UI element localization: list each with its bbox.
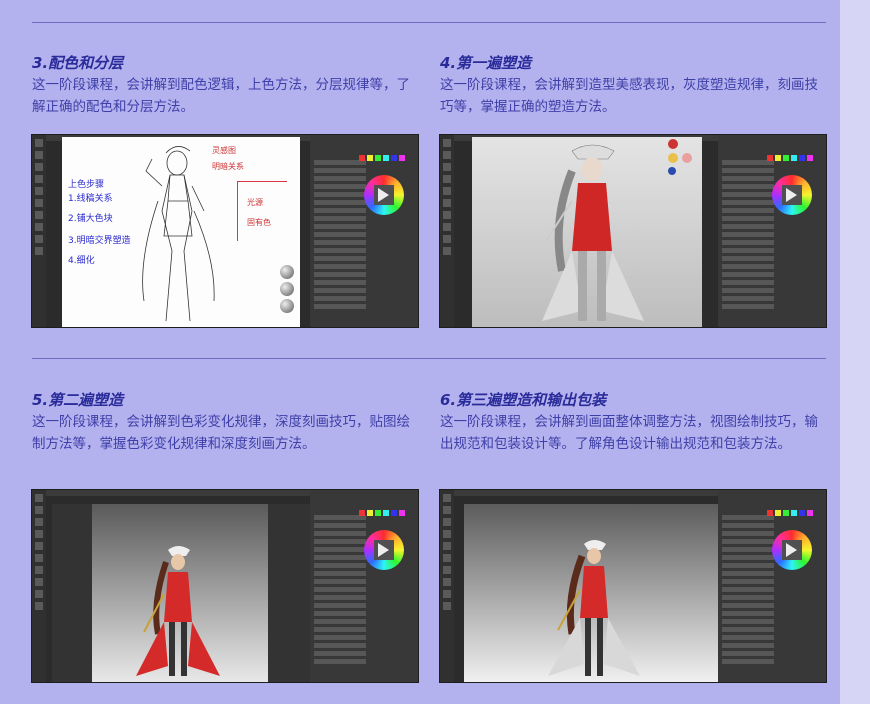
character-red-coat: [548, 540, 640, 676]
color-swatches: [358, 147, 408, 166]
section-3-title: 3.配色和分层: [32, 54, 124, 72]
color-swatches: [766, 147, 816, 166]
sphere-study-3: [280, 299, 294, 313]
ps-right-panel: [718, 490, 826, 682]
color-swatches: [766, 502, 816, 521]
sketch-arrow: [237, 181, 287, 182]
section-3-screenshot: 上色步骤 1.线稿关系 2.铺大色块 3.明暗交界塑造 4.细化 灵感图 明暗关…: [31, 134, 419, 328]
section-5-title: 5.第二遍塑造: [32, 391, 124, 409]
sphere-study-2: [280, 282, 294, 296]
sketch-note-1: 上色步骤: [68, 180, 105, 190]
color-wheel-icon: [772, 175, 812, 215]
ps-toolbar: [440, 135, 454, 327]
divider-middle: [32, 358, 826, 359]
section-3-desc: 这一阶段课程，会讲解到配色逻辑，上色方法，分层规律等，了解正确的配色和分层方法。: [32, 77, 410, 115]
sketch-canvas: 上色步骤 1.线稿关系 2.铺大色块 3.明暗交界塑造 4.细化 灵感图 明暗关…: [62, 137, 300, 327]
section-4-screenshot: [439, 134, 827, 328]
right-edge-strip: [840, 0, 870, 704]
divider-top: [32, 22, 826, 23]
section-6-desc: 这一阶段课程，会讲解到画面整体调整方法，视图绘制技巧，输出规范和包装设计等。了解…: [440, 414, 818, 452]
section-5-screenshot: [31, 489, 419, 683]
character-line-sketch: [142, 146, 215, 322]
ps-toolbar: [32, 135, 46, 327]
painting-canvas: [92, 504, 268, 682]
sketch-red-note-3: 光源: [247, 198, 263, 207]
painting-canvas: [472, 137, 702, 327]
character-red-coat: [136, 546, 220, 676]
sketch-note-2: 1.线稿关系: [68, 194, 113, 204]
section-4-title: 4.第一遍塑造: [440, 54, 532, 72]
color-wheel-icon: [364, 175, 404, 215]
character-red-coat: [542, 144, 644, 321]
color-wheel-icon: [364, 530, 404, 570]
canvas-margin-right: [268, 504, 310, 682]
ps-right-panel: [718, 135, 826, 327]
canvas-margin-left: [52, 504, 92, 682]
section-5-desc: 这一阶段课程，会讲解到色彩变化规律，深度刻画技巧，贴图绘制方法等，掌握色彩变化规…: [32, 414, 410, 452]
ps-right-panel: [310, 135, 418, 327]
sketch-arrow-v: [237, 181, 238, 241]
section-6-screenshot: [439, 489, 827, 683]
section-4-desc: 这一阶段课程，会讲解到造型美感表现，灰度塑造规律，刻画技巧等，掌握正确的塑造方法…: [440, 77, 818, 115]
section-6-title: 6.第三遍塑造和输出包装: [440, 391, 607, 409]
painting-canvas: [464, 504, 718, 682]
ps-right-panel: [310, 490, 418, 682]
sketch-note-3: 2.铺大色块: [68, 214, 113, 224]
sketch-note-4: 3.明暗交界塑造: [68, 236, 131, 246]
sphere-study-1: [280, 265, 294, 279]
color-swatches: [358, 502, 408, 521]
ps-toolbar: [32, 490, 46, 682]
sketch-note-5: 4.细化: [68, 256, 95, 266]
ps-toolbar: [440, 490, 454, 682]
color-wheel-icon: [772, 530, 812, 570]
sketch-red-note-4: 固有色: [247, 218, 271, 227]
